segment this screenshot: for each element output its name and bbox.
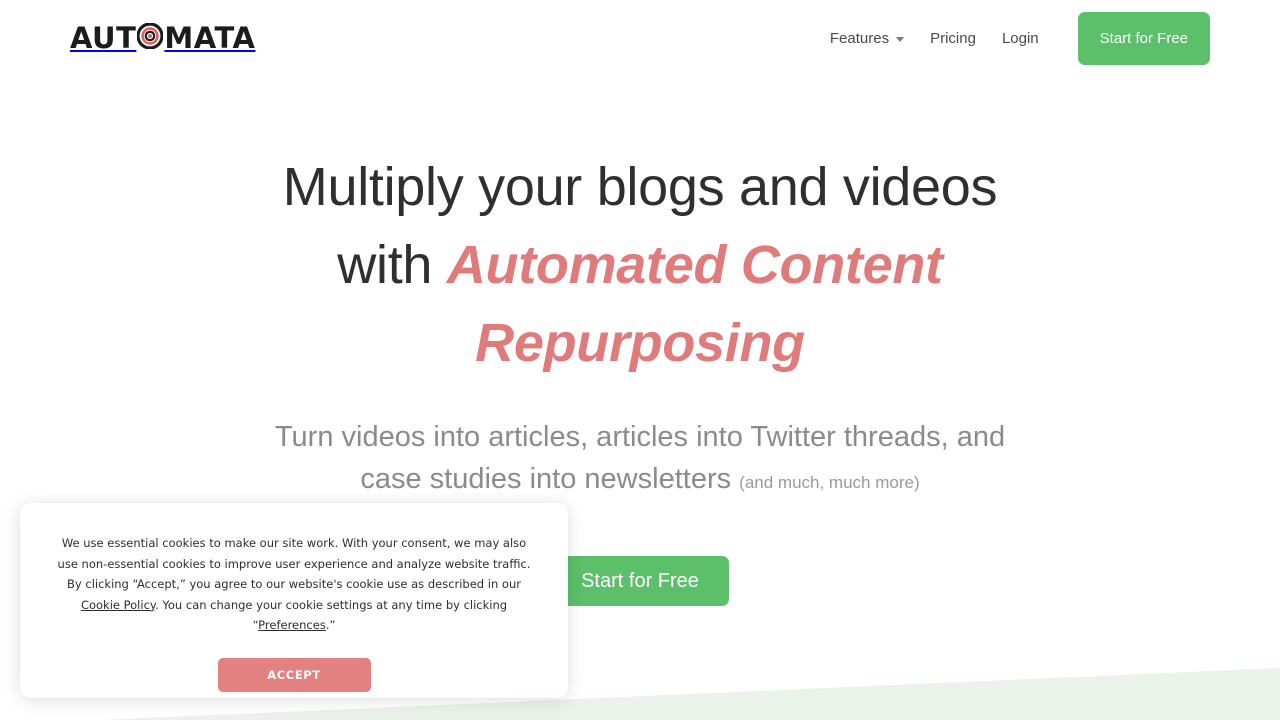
cookie-text-part1: We use essential cookies to make our sit…: [57, 536, 531, 592]
cookie-text-part3: .”: [325, 618, 336, 633]
main-navigation: Features Pricing Login Start for Free: [817, 11, 1210, 65]
hero-title-with: with: [337, 235, 447, 295]
hero-subtitle-note: (and much, much more): [739, 473, 920, 492]
hero-title-accent: Automated Content Repurposing: [446, 235, 943, 373]
brand-logo-text-part2: MATA: [164, 20, 256, 55]
nav-item-pricing-label: Pricing: [930, 29, 976, 47]
hero-subtitle: Turn videos into articles, articles into…: [245, 416, 1035, 504]
brand-logo[interactable]: AUT MATA: [70, 18, 255, 58]
nav-item-features-label: Features: [829, 29, 890, 47]
hero-title: Multiply your blogs and videos with Auto…: [220, 148, 1060, 382]
cookie-accept-button[interactable]: ACCEPT: [217, 657, 371, 692]
cookie-consent-text: We use essential cookies to make our sit…: [51, 533, 537, 636]
cookie-preferences-link[interactable]: Preferences: [258, 618, 326, 632]
cookie-policy-link[interactable]: Cookie Policy: [81, 598, 155, 612]
brand-logo-wordmark: AUT MATA: [70, 20, 256, 55]
nav-item-login-label: Login: [1001, 29, 1039, 47]
site-header: AUT MATA Features Pricing Login Start fo…: [0, 0, 1280, 76]
nav-item-login[interactable]: Login: [989, 20, 1052, 57]
bullseye-target-icon: [136, 21, 164, 54]
header-start-for-free-button[interactable]: Start for Free: [1077, 11, 1210, 65]
brand-logo-text-part1: AUT: [70, 20, 137, 55]
chevron-down-icon: [896, 36, 905, 42]
nav-item-features[interactable]: Features: [817, 20, 917, 57]
hero-start-for-free-button[interactable]: Start for Free: [551, 556, 729, 606]
hero-title-line1: Multiply your blogs and videos: [282, 157, 998, 217]
cookie-consent-banner: We use essential cookies to make our sit…: [20, 503, 568, 698]
nav-item-pricing[interactable]: Pricing: [917, 20, 989, 57]
